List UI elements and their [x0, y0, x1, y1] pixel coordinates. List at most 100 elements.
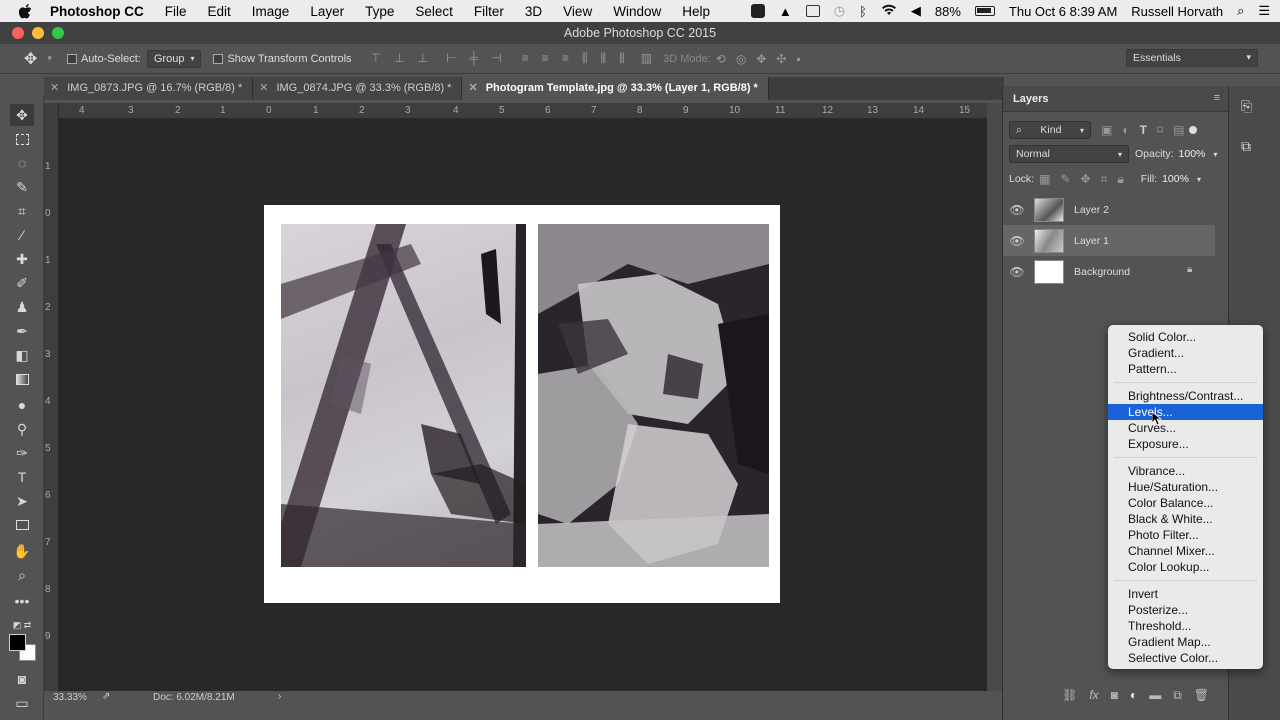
marquee-tool-icon[interactable]: [10, 128, 34, 150]
bluetooth-icon[interactable]: ᛒ: [859, 4, 867, 19]
tab-img-0873[interactable]: ✕ IMG_0873.JPG @ 16.7% (RGB/8) *: [44, 77, 254, 100]
menu-layer[interactable]: Layer: [310, 4, 344, 19]
menu-item-exposure[interactable]: Exposure...: [1108, 436, 1263, 452]
document-canvas[interactable]: [264, 205, 780, 603]
photogram-image-right[interactable]: [538, 224, 769, 567]
minimize-window-button[interactable]: [32, 27, 44, 39]
align-vertical-center-icon[interactable]: ⊥: [394, 51, 404, 65]
menu-3d[interactable]: 3D: [525, 4, 542, 19]
menu-item-color-lookup[interactable]: Color Lookup...: [1108, 559, 1263, 575]
3d-roll-icon[interactable]: ◎: [736, 52, 746, 66]
filter-toggle[interactable]: [1189, 126, 1198, 134]
menu-app-name[interactable]: Photoshop CC: [50, 4, 144, 19]
gradient-tool-icon[interactable]: [10, 368, 34, 390]
canvas-area[interactable]: [59, 119, 987, 691]
menu-item-curves[interactable]: Curves...: [1108, 420, 1263, 436]
apple-icon[interactable]: [16, 3, 34, 19]
menu-edit[interactable]: Edit: [208, 4, 231, 19]
layer-row-background[interactable]: 👁︎ Background 🔒︎: [1003, 256, 1215, 287]
tab-photogram-template[interactable]: ✕ Photogram Template.jpg @ 33.3% (Layer 1…: [462, 77, 769, 100]
add-mask-icon[interactable]: ◙: [1111, 688, 1118, 702]
pen-tool-icon[interactable]: ✑: [10, 442, 34, 464]
distribute-right-icon[interactable]: ⫼: [619, 51, 625, 65]
lock-transparency-icon[interactable]: ▦: [1039, 172, 1050, 186]
chevron-down-icon[interactable]: ▾: [47, 53, 52, 64]
auto-select-dropdown[interactable]: Group ▾: [146, 49, 202, 68]
menu-item-hue-saturation[interactable]: Hue/Saturation...: [1108, 479, 1263, 495]
delete-layer-icon[interactable]: 🗑︎: [1194, 688, 1209, 702]
visibility-eye-icon[interactable]: 👁︎: [1003, 265, 1031, 279]
filter-smart-object-icon[interactable]: ▤: [1173, 123, 1184, 137]
blend-mode-dropdown[interactable]: Normal ▾: [1009, 145, 1129, 163]
filter-shape-icon[interactable]: ⌑: [1157, 123, 1163, 137]
menu-help[interactable]: Help: [682, 4, 710, 19]
menu-item-pattern[interactable]: Pattern...: [1108, 361, 1263, 377]
move-tool-icon[interactable]: ✥: [10, 104, 34, 126]
new-layer-icon[interactable]: ⧉: [1173, 688, 1182, 703]
horizontal-ruler[interactable]: 4 3 2 1 0 1 2 3 4 5 6 7 8 9 10 11 12 13 14 15: [59, 103, 987, 119]
menu-view[interactable]: View: [563, 4, 592, 19]
rectangle-tool-icon[interactable]: [10, 514, 34, 536]
layer-row-layer-1[interactable]: 👁︎ Layer 1: [1003, 225, 1215, 256]
zoom-level[interactable]: 33.33%: [53, 692, 87, 703]
edit-toolbar-icon[interactable]: •••: [10, 590, 34, 612]
layers-tab[interactable]: Layers: [1013, 93, 1048, 105]
align-left-icon[interactable]: ⊢: [446, 51, 456, 65]
type-tool-icon[interactable]: T: [10, 466, 34, 488]
lock-position-icon[interactable]: ✥: [1081, 172, 1091, 186]
menu-item-selective-color[interactable]: Selective Color...: [1108, 650, 1263, 666]
3d-slide-icon[interactable]: ✣: [776, 52, 786, 66]
menu-item-brightness-contrast[interactable]: Brightness/Contrast...: [1108, 388, 1263, 404]
canvas-vertical-scrollbar[interactable]: [987, 103, 1002, 691]
align-horizontal-center-icon[interactable]: ╪: [470, 51, 479, 65]
filter-type-icon[interactable]: T: [1140, 123, 1147, 137]
link-layers-icon[interactable]: ⛓: [1062, 688, 1077, 702]
zoom-tool-icon[interactable]: ⌕: [10, 564, 34, 586]
foreground-color-swatch[interactable]: [9, 634, 26, 651]
distribute-center-icon[interactable]: ≡: [542, 51, 549, 65]
auto-select-checkbox[interactable]: Auto-Select:: [66, 53, 141, 65]
align-right-icon[interactable]: ⊣: [491, 51, 501, 65]
vpn-icon[interactable]: ▲: [779, 4, 792, 19]
show-transform-controls-checkbox[interactable]: Show Transform Controls: [213, 53, 352, 65]
lock-all-icon[interactable]: 🔒︎: [1117, 172, 1123, 187]
menu-item-posterize[interactable]: Posterize...: [1108, 602, 1263, 618]
menu-item-gradient[interactable]: Gradient...: [1108, 345, 1263, 361]
menu-item-channel-mixer[interactable]: Channel Mixer...: [1108, 543, 1263, 559]
3d-rotate-icon[interactable]: ⟲: [716, 52, 726, 66]
quick-selection-tool-icon[interactable]: ✎: [10, 176, 34, 198]
menu-file[interactable]: File: [165, 4, 187, 19]
notification-center-icon[interactable]: ☰: [1258, 3, 1270, 19]
3d-drag-icon[interactable]: ✥: [756, 52, 766, 66]
hand-tool-icon[interactable]: ✋: [10, 540, 34, 562]
brush-tool-icon[interactable]: ✐: [10, 272, 34, 294]
filter-pixel-icon[interactable]: ▣: [1101, 123, 1112, 137]
history-brush-tool-icon[interactable]: ✒: [10, 320, 34, 342]
chevron-down-icon[interactable]: ▾: [1213, 150, 1217, 159]
distribute-top-icon[interactable]: ≡: [522, 51, 529, 65]
distribute-left-icon[interactable]: ⫼: [582, 51, 588, 65]
vertical-ruler[interactable]: 1 0 1 2 3 4 5 6 7 8 9: [44, 103, 59, 691]
dodge-tool-icon[interactable]: ⚲: [10, 418, 34, 440]
auto-align-icon[interactable]: ▥: [641, 51, 652, 65]
3d-scale-icon[interactable]: ▪: [796, 52, 800, 66]
menu-type[interactable]: Type: [365, 4, 394, 19]
layer-row-layer-2[interactable]: 👁︎ Layer 2: [1003, 194, 1215, 225]
opacity-value[interactable]: 100%: [1179, 148, 1206, 160]
time-machine-icon[interactable]: ◷: [834, 3, 845, 19]
workspace-switcher[interactable]: Essentials ▾: [1126, 49, 1258, 67]
battery-icon[interactable]: [974, 6, 995, 16]
layer-name[interactable]: Layer 1: [1074, 235, 1109, 247]
blur-tool-icon[interactable]: ●: [10, 394, 34, 416]
layer-name[interactable]: Layer 2: [1074, 204, 1109, 216]
new-group-icon[interactable]: ▬: [1149, 688, 1161, 702]
airplay-icon[interactable]: [805, 5, 820, 17]
lock-artboard-icon[interactable]: ⌗: [1101, 172, 1108, 187]
menu-item-levels[interactable]: Levels...: [1108, 404, 1263, 420]
menu-image[interactable]: Image: [252, 4, 290, 19]
lock-pixels-icon[interactable]: ✎: [1060, 172, 1070, 186]
status-menu-arrow-icon[interactable]: ›: [278, 691, 281, 702]
menu-item-black-white[interactable]: Black & White...: [1108, 511, 1263, 527]
distribute-hcenter-icon[interactable]: ⫼: [601, 51, 607, 65]
close-window-button[interactable]: [12, 27, 24, 39]
